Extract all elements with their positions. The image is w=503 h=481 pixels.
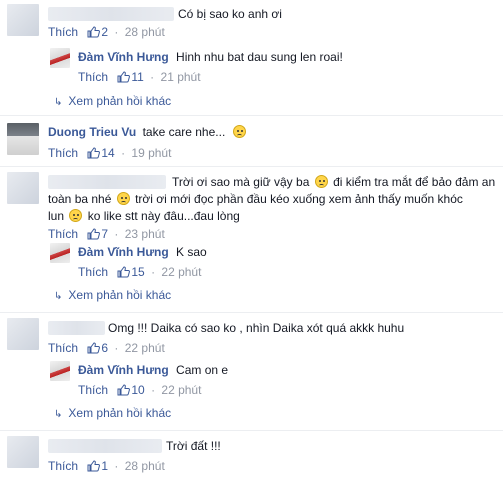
avatar[interactable] <box>50 243 70 263</box>
divider <box>0 312 503 313</box>
comment-line: toàn ba nhé <box>48 192 112 206</box>
more-replies-label[interactable]: Xem phản hồi khác <box>68 406 171 420</box>
comment-line: Trời ơi sao mà giữ vậy ba <box>172 175 310 189</box>
divider <box>0 166 503 167</box>
comment-text: Trời đất !!! <box>166 439 221 453</box>
avatar[interactable] <box>7 4 39 36</box>
thumbs-up-icon <box>117 266 131 278</box>
like-link[interactable]: Thích <box>48 25 78 39</box>
comment-time[interactable]: 19 phút <box>131 146 171 160</box>
reply-text: Đàm Vĩnh Hưng Hinh nhu bat dau sung len … <box>78 49 343 66</box>
thumbs-up-icon <box>117 71 131 83</box>
thumbs-up-icon <box>87 460 101 472</box>
reply-arrow-icon: ↳ <box>54 97 63 108</box>
commenter-name-redacted <box>48 321 105 335</box>
reply-time[interactable]: 21 phút <box>161 70 201 84</box>
divider <box>0 430 503 431</box>
thumbs-up-icon <box>87 228 101 240</box>
reply-body: Cam on e <box>176 363 229 377</box>
avatar[interactable] <box>7 318 39 350</box>
commenter-name-redacted <box>48 439 162 453</box>
reply-text: Đàm Vĩnh Hưng K sao <box>78 244 207 261</box>
more-replies-link[interactable]: ↳ Xem phản hồi khác <box>54 94 171 108</box>
like-count[interactable]: 2 <box>101 25 108 39</box>
reply-text: Đàm Vĩnh Hưng Cam on e <box>78 362 228 379</box>
comment-text: Duong Trieu Vu take care nhe... <box>48 124 246 141</box>
like-link[interactable]: Thích <box>48 459 78 473</box>
comment-line: lun <box>48 209 65 223</box>
more-replies-link[interactable]: ↳ Xem phản hồi khác <box>54 288 171 302</box>
frown-emoji-icon <box>232 125 246 138</box>
like-link[interactable]: Thích <box>78 383 108 397</box>
like-link[interactable]: Thích <box>48 341 78 355</box>
thumbs-up-icon <box>87 26 101 38</box>
comment-time[interactable]: 28 phút <box>125 459 165 473</box>
reply-meta: Thích 11 · 21 phút <box>78 70 201 84</box>
comment-text: Có bị sao ko anh ơi <box>178 7 282 21</box>
thumbs-up-icon <box>87 342 101 354</box>
comment-meta: Thích 14 · 19 phút <box>48 146 172 160</box>
avatar[interactable] <box>7 123 39 155</box>
comment-line: ko like stt này đâu...đau lòng <box>87 209 240 223</box>
thumbs-up-icon <box>87 147 101 159</box>
reply-body: K sao <box>176 245 207 259</box>
comment-text: toàn ba nhé trời ơi mới đọc phần đầu kéo… <box>48 191 463 208</box>
comment-meta: Thích 6 · 22 phút <box>48 341 165 355</box>
frown-emoji-icon <box>116 192 130 205</box>
like-count[interactable]: 10 <box>131 383 144 397</box>
reply-author[interactable]: Đàm Vĩnh Hưng <box>78 50 169 64</box>
avatar[interactable] <box>7 436 39 468</box>
comment-time[interactable]: 28 phút <box>125 25 165 39</box>
like-count[interactable]: 11 <box>131 70 143 84</box>
like-link[interactable]: Thích <box>78 70 108 84</box>
frown-emoji-icon <box>314 175 328 188</box>
like-link[interactable]: Thích <box>48 146 78 160</box>
reply-meta: Thích 10 · 22 phút <box>78 383 202 397</box>
thumbs-up-icon <box>117 384 131 396</box>
like-count[interactable]: 7 <box>101 227 108 241</box>
comment-text: Trời ơi sao mà giữ vậy ba đi kiểm tra mắ… <box>172 174 495 191</box>
reply-time[interactable]: 22 phút <box>161 265 201 279</box>
comment-meta: Thích 1 · 28 phút <box>48 459 165 473</box>
reply-arrow-icon: ↳ <box>54 291 63 302</box>
reply-body: Hinh nhu bat dau sung len roai! <box>176 50 343 64</box>
more-replies-label[interactable]: Xem phản hồi khác <box>68 288 171 302</box>
comment-text: lun ko like stt này đâu...đau lòng <box>48 208 240 225</box>
avatar[interactable] <box>50 48 70 68</box>
avatar[interactable] <box>7 172 39 204</box>
reply-meta: Thích 15 · 22 phút <box>78 265 202 279</box>
comment-author[interactable]: Duong Trieu Vu <box>48 125 136 139</box>
like-count[interactable]: 1 <box>101 459 108 473</box>
comment-meta: Thích 2 · 28 phút <box>48 25 165 39</box>
reply-time[interactable]: 22 phút <box>161 383 201 397</box>
comment-meta: Thích 7 · 23 phút <box>48 227 165 241</box>
commenter-name-redacted <box>48 7 174 21</box>
comment-time[interactable]: 22 phút <box>125 341 165 355</box>
avatar[interactable] <box>50 361 70 381</box>
more-replies-link[interactable]: ↳ Xem phản hồi khác <box>54 406 171 420</box>
like-count[interactable]: 15 <box>131 265 144 279</box>
comment-line: đi kiểm tra mắt để bảo đảm an <box>333 175 496 189</box>
like-link[interactable]: Thích <box>48 227 78 241</box>
comment-time[interactable]: 23 phút <box>125 227 165 241</box>
comment-body: take care nhe... <box>142 125 226 139</box>
like-count[interactable]: 6 <box>101 341 108 355</box>
comment-line: trời ơi mới đọc phần đầu kéo xuống xem ả… <box>135 192 463 206</box>
frown-emoji-icon <box>69 209 83 222</box>
reply-arrow-icon: ↳ <box>54 409 63 420</box>
more-replies-label[interactable]: Xem phản hồi khác <box>68 94 171 108</box>
commenter-name-redacted <box>48 175 166 189</box>
comment-text: Omg !!! Daika có sao ko , nhìn Daika xót… <box>108 321 405 335</box>
reply-author[interactable]: Đàm Vĩnh Hưng <box>78 363 169 377</box>
reply-author[interactable]: Đàm Vĩnh Hưng <box>78 245 169 259</box>
like-link[interactable]: Thích <box>78 265 108 279</box>
divider <box>0 115 503 116</box>
like-count[interactable]: 14 <box>101 146 114 160</box>
